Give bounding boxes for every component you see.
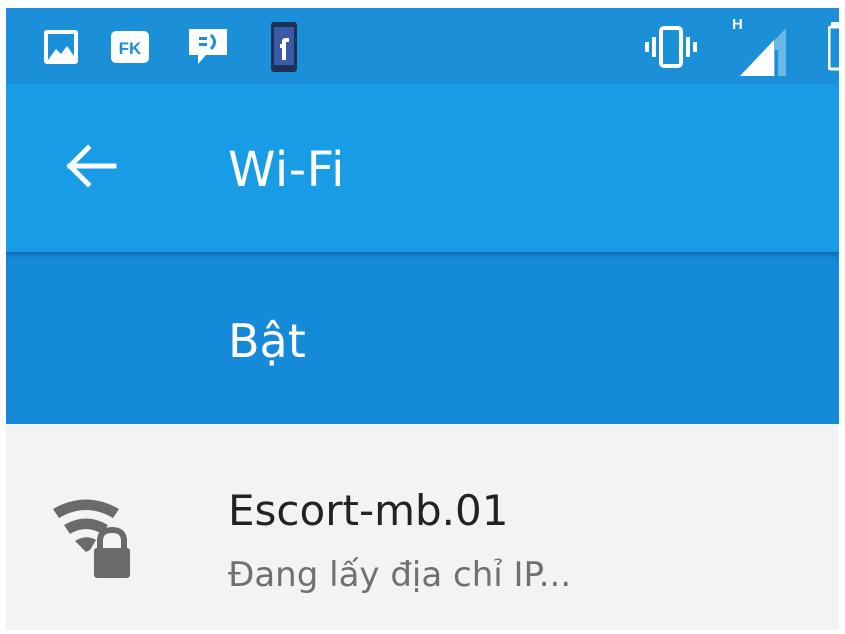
fk-app-notification-icon: FK bbox=[111, 31, 149, 63]
svg-text:FK: FK bbox=[119, 39, 142, 58]
wifi-toggle-label: Bật bbox=[228, 314, 306, 368]
wifi-settings-screen: FK H Wi-Fi Bật Escort-mb.01 Đang lấy địa… bbox=[6, 8, 839, 630]
arrow-left-icon bbox=[66, 144, 117, 188]
cellular-signal-icon: H bbox=[730, 14, 800, 78]
app-bar: Wi-Fi bbox=[6, 84, 839, 252]
image-notification-icon bbox=[44, 30, 78, 64]
wifi-toggle-bar[interactable]: Bật bbox=[6, 252, 839, 424]
signal-bars-icon bbox=[740, 28, 786, 76]
facebook-notification-icon bbox=[271, 22, 297, 72]
back-button[interactable] bbox=[50, 124, 134, 208]
battery-icon bbox=[828, 22, 839, 71]
page-title: Wi-Fi bbox=[228, 142, 346, 198]
network-ssid: Escort-mb.01 bbox=[228, 486, 509, 535]
wifi-lock-icon bbox=[53, 499, 130, 578]
vibrate-mode-icon bbox=[645, 26, 697, 68]
network-status: Đang lấy địa chỉ IP... bbox=[228, 555, 572, 595]
wifi-network-item[interactable]: Escort-mb.01 Đang lấy địa chỉ IP... bbox=[6, 424, 839, 630]
chat-notification-icon bbox=[189, 29, 227, 64]
status-bar: FK H bbox=[6, 8, 839, 84]
